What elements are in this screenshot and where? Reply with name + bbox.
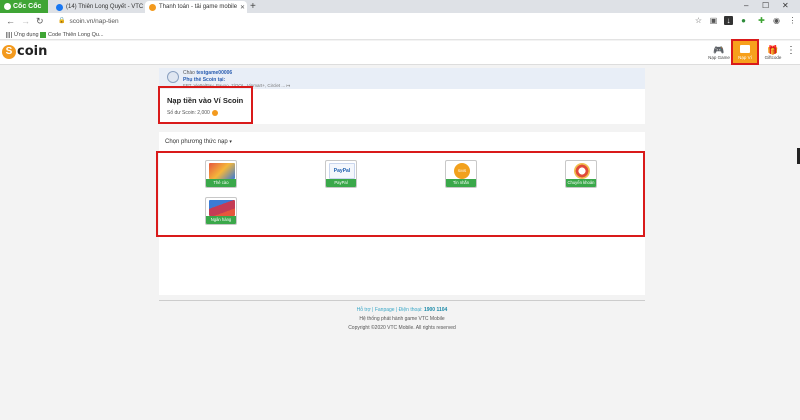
extension-turtle-icon[interactable]: ●: [739, 16, 748, 25]
browser-brand-label: Cốc Cốc: [13, 3, 42, 10]
bank-transfer-icon: [574, 163, 590, 179]
close-window-icon[interactable]: ✕: [782, 0, 789, 12]
nav-giftcode[interactable]: 🎁 Giftcode: [760, 45, 786, 60]
back-arrow-icon[interactable]: ←: [6, 16, 15, 27]
scoin-logo[interactable]: S coin: [2, 44, 47, 59]
method-label: PayPal: [326, 179, 356, 187]
maximize-icon[interactable]: ☐: [762, 0, 769, 12]
coccoc-logo-icon: [4, 3, 11, 10]
tab-label: (14) Thiên Long Quyết - VTC: [66, 4, 144, 10]
bank-card-icon: [209, 200, 235, 216]
bookmark-label: Ứng dụng: [14, 32, 39, 38]
address-text: scoin.vn/nap-tien: [69, 18, 119, 25]
bookmark-code-thien-long[interactable]: Code Thiên Long Qu...: [40, 32, 104, 38]
more-menu-icon[interactable]: ⋮: [786, 46, 796, 56]
minimize-icon[interactable]: –: [744, 0, 748, 12]
bookmark-label: Code Thiên Long Qu...: [48, 32, 104, 38]
facebook-favicon-icon: [56, 3, 63, 11]
page-title: Nạp tiền vào Ví Scoin: [167, 96, 244, 105]
new-tab-button[interactable]: +: [250, 1, 256, 12]
lock-icon: 🔒: [58, 18, 66, 24]
hotline-number[interactable]: 1900 1104: [424, 307, 447, 313]
method-chuyen-khoan[interactable]: Chuyển khoản: [565, 160, 599, 190]
username: testgame00006: [196, 70, 233, 76]
browser-menu-button[interactable]: Cốc Cốc: [0, 0, 48, 13]
avatar[interactable]: [167, 71, 179, 83]
nav-nap-vi[interactable]: Nạp Ví: [731, 39, 759, 65]
scoin-coin-icon: [211, 110, 218, 116]
method-tin-nhan[interactable]: SMS Tin nhắn: [445, 160, 479, 190]
balance-row: Số dư Scoin: 2,000: [167, 110, 218, 116]
method-ngan-hang[interactable]: Ngân hàng: [205, 197, 239, 227]
method-label: Tin nhắn: [446, 179, 476, 187]
copyright-text: Copyright ©2020 VTC Mobile. All rights r…: [348, 325, 456, 331]
publisher-text: Hệ thống phát hành game VTC Mobile: [359, 316, 445, 322]
method-label: Thẻ cào: [206, 179, 236, 187]
site-footer: Hỗ trợ | Fanpage | Điện thoại: 1900 1104…: [159, 300, 645, 331]
apps-grid-icon: [6, 32, 12, 38]
footer-links-text[interactable]: Hỗ trợ | Fanpage | Điện thoại:: [357, 307, 423, 313]
footer-divider: [159, 300, 645, 301]
method-label: Ngân hàng: [206, 216, 236, 224]
footer-links: Hỗ trợ | Fanpage | Điện thoại: 1900 1104: [159, 307, 645, 313]
close-tab-icon[interactable]: ✕: [240, 4, 245, 11]
wallet-icon: [740, 45, 750, 53]
gamepad-icon: 🎮: [713, 45, 725, 55]
paypal-icon: PayPal: [329, 163, 355, 179]
method-the-cao[interactable]: Thẻ cào: [205, 160, 239, 190]
method-label: Chuyển khoản: [566, 179, 596, 187]
method-paypal[interactable]: PayPal PayPal: [325, 160, 359, 190]
forward-arrow-icon[interactable]: →: [21, 16, 30, 27]
greeting-label: Chào: [183, 70, 195, 76]
puzzle-icon[interactable]: ✚: [757, 16, 766, 25]
bookmark-apps[interactable]: Ứng dụng: [6, 32, 39, 38]
browser-tab-bar: Cốc Cốc (14) Thiên Long Quyết - VTC ✕ Th…: [0, 0, 800, 13]
tab-label: Thanh toán - tải game mobile: [159, 4, 238, 10]
browser-nav-bar: ← → ↻ 🔒 scoin.vn/nap-tien ☆ ▣ ↓ ● ✚ ◉ ⋮: [0, 13, 800, 30]
scoin-coin-icon: S: [2, 44, 16, 59]
star-icon[interactable]: ☆: [694, 16, 703, 25]
greeting-line: Chào testgame00006: [183, 70, 232, 76]
site-header: S coin 🎮 Nạp Game 🎁 Giftcode: [0, 41, 800, 65]
profile-icon[interactable]: ◉: [772, 16, 781, 25]
method-label: Chọn phương thức nạp: [165, 139, 228, 145]
nav-label: Giftcode: [764, 55, 782, 60]
gift-icon: 🎁: [767, 45, 779, 55]
browser-menu-icon[interactable]: ⋮: [788, 16, 797, 25]
tab-facebook[interactable]: (14) Thiên Long Quyết - VTC ✕: [52, 1, 144, 13]
balance-text: Số dư Scoin: 2,000: [167, 110, 210, 116]
reload-icon[interactable]: ↻: [36, 16, 44, 27]
nav-label: Nạp Game: [708, 55, 730, 60]
bookmark-favicon-icon: [40, 32, 46, 38]
bookmarks-bar: Ứng dụng Code Thiên Long Qu...: [0, 30, 800, 40]
sms-bubble-icon: SMS: [454, 163, 470, 179]
caret-down-icon: ▾: [229, 139, 232, 145]
nav-nap-game[interactable]: 🎮 Nạp Game: [706, 45, 732, 60]
scoin-favicon-icon: [149, 3, 156, 11]
wallet-title-highlight: Nạp tiền vào Ví Scoin Số dư Scoin: 2,000: [158, 86, 253, 124]
tab-thanh-toan[interactable]: Thanh toán - tải game mobile ✕: [145, 1, 247, 13]
download-icon[interactable]: ↓: [724, 16, 733, 25]
nav-label: Nạp Ví: [738, 55, 752, 60]
logo-text: coin: [17, 44, 48, 59]
sidebar-icon[interactable]: ▣: [709, 16, 718, 25]
scratch-card-icon: [209, 163, 235, 179]
method-dropdown[interactable]: Chọn phương thức nạp ▾: [165, 139, 232, 145]
address-bar[interactable]: 🔒 scoin.vn/nap-tien: [58, 16, 119, 27]
